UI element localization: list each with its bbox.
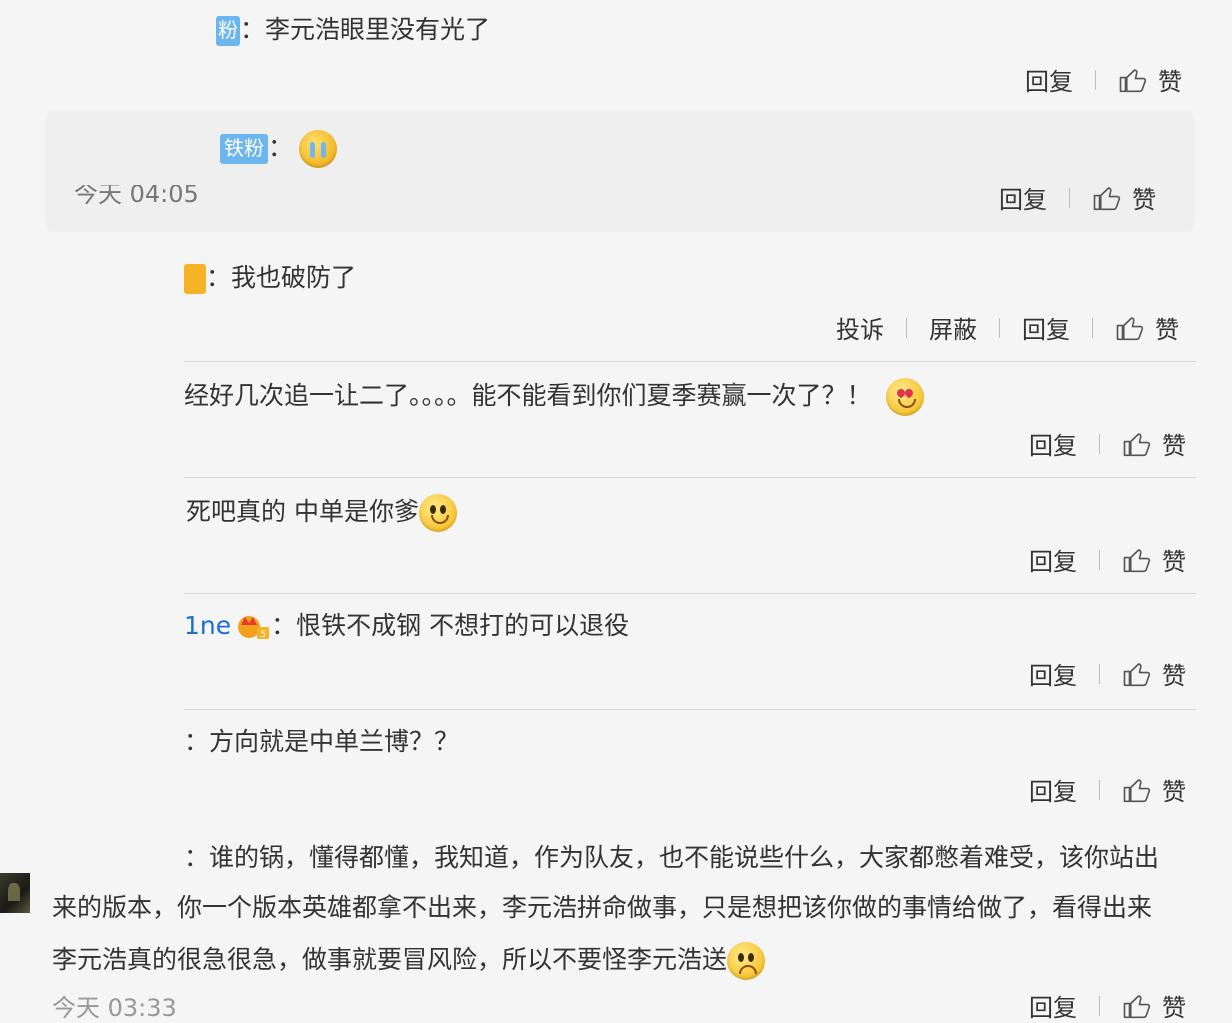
reply-button[interactable]: 回复 [1029, 988, 1077, 1023]
fan-badge[interactable] [184, 264, 206, 294]
like-button[interactable]: 赞 [1162, 542, 1186, 577]
separator [906, 317, 907, 338]
colon: ： [271, 611, 297, 640]
separator [1095, 69, 1096, 90]
comment-4-body: 经好几次追一让二了。。。。能不能看到你们夏季赛赢一次了？！ [184, 378, 924, 416]
reply-button[interactable]: 回复 [1029, 542, 1077, 577]
reply-button[interactable]: 回复 [999, 180, 1047, 215]
crown-badge-icon[interactable]: 5 [237, 613, 271, 641]
heart-eyes-emoji-icon [885, 378, 924, 416]
comment-7-actions: 回复 赞 [1029, 772, 1186, 807]
thumbs-up-icon[interactable] [1122, 429, 1152, 459]
reply-button[interactable]: 回复 [1029, 426, 1077, 461]
separator [1099, 779, 1100, 800]
comment-6-body: 1ne 5 ：恨铁不成钢 不想打的可以退役 [184, 610, 629, 642]
comment-timestamp: 今天 04:05 [74, 185, 199, 207]
like-button[interactable]: 赞 [1155, 310, 1179, 345]
comment-7-body: ：方向就是中单兰博？？ [184, 726, 459, 758]
reply-button[interactable]: 回复 [1029, 656, 1077, 691]
separator [1099, 995, 1100, 1016]
comment-text: 恨铁不成钢 不想打的可以退役 [296, 611, 630, 640]
comment-text: 谁的锅，懂得都懂，我知道，作为队友，也不能说些什么，大家都憋着难受，该你站出 [209, 843, 1160, 872]
separator [1092, 317, 1093, 338]
thumbs-up-icon[interactable] [1115, 313, 1145, 343]
svg-text:5: 5 [260, 630, 266, 640]
comment-text: 李元浩真的很急很急，做事就要冒风险，所以不要怪李元浩送 [52, 945, 728, 974]
thumbs-up-icon[interactable] [1122, 545, 1152, 575]
report-button[interactable]: 投诉 [836, 310, 884, 345]
separator [999, 317, 1000, 338]
username[interactable]: 1ne [184, 611, 231, 640]
divider [184, 361, 1196, 362]
comment-text: 方向就是中单兰博？？ [209, 727, 460, 756]
comment-text: 死吧真的 中单是你爹 [186, 497, 419, 526]
comment-3-body: ：我也破防了 [184, 262, 356, 294]
separator [1099, 549, 1100, 570]
thumbs-up-icon[interactable] [1122, 659, 1152, 689]
reply-button[interactable]: 回复 [1029, 772, 1077, 807]
smile-emoji-icon [418, 494, 457, 532]
comment-5-body: 死吧真的 中单是你爹 [186, 494, 457, 532]
sad-emoji-icon [727, 942, 766, 980]
block-button[interactable]: 屏蔽 [929, 310, 977, 345]
comment-timestamp: 今天 03:33 [52, 994, 177, 1022]
comment-5-actions: 回复 赞 [1029, 542, 1186, 577]
colon: ： [206, 263, 232, 292]
thumbs-up-icon[interactable] [1118, 65, 1148, 95]
thumbs-up-icon[interactable] [1122, 775, 1152, 805]
like-button[interactable]: 赞 [1158, 62, 1182, 97]
comment-2-actions: 回复 赞 [999, 180, 1156, 215]
comment-8-actions: 回复 赞 [1029, 988, 1186, 1023]
like-button[interactable]: 赞 [1162, 988, 1186, 1023]
colon: ： [184, 843, 210, 872]
comment-1-actions: 回复 赞 [1025, 62, 1182, 97]
fan-badge[interactable]: 粉 [216, 16, 240, 46]
separator [1069, 187, 1070, 208]
colon: ： [240, 15, 266, 44]
like-button[interactable]: 赞 [1162, 426, 1186, 461]
comment-4-actions: 回复 赞 [1029, 426, 1186, 461]
thumbs-up-icon[interactable] [1122, 991, 1152, 1021]
divider [184, 593, 1196, 594]
like-button[interactable]: 赞 [1132, 180, 1156, 215]
comment-6-actions: 回复 赞 [1029, 656, 1186, 691]
comment-8-line-2: 来的版本，你一个版本英雄都拿不出来，李元浩拼命做事，只是想把该你做的事情给做了，… [52, 893, 1153, 922]
comment-text: 经好几次追一让二了。。。。能不能看到你们夏季赛赢一次了？！ [184, 381, 872, 410]
comment-8-line-3: 李元浩真的很急很急，做事就要冒风险，所以不要怪李元浩送 [52, 942, 766, 980]
divider [184, 709, 1196, 710]
iron-fan-badge[interactable]: 铁粉 [220, 134, 268, 164]
reply-button[interactable]: 回复 [1025, 62, 1073, 97]
avatar[interactable] [0, 873, 30, 913]
reply-button[interactable]: 回复 [1022, 310, 1070, 345]
like-button[interactable]: 赞 [1162, 656, 1186, 691]
colon: ： [268, 133, 294, 162]
comment-8-line-1: ：谁的锅，懂得都懂，我知道，作为队友，也不能说些什么，大家都憋着难受，该你站出 [184, 842, 1159, 874]
comment-1-body: 粉：李元浩眼里没有光了 [216, 14, 490, 46]
comment-3-actions: 投诉 屏蔽 回复 赞 [836, 310, 1179, 345]
thumbs-up-icon[interactable] [1092, 183, 1122, 213]
cry-emoji-icon [299, 130, 338, 168]
separator [1099, 433, 1100, 454]
comment-2-body: 铁粉： [220, 130, 338, 168]
colon: ： [184, 727, 210, 756]
like-button[interactable]: 赞 [1162, 772, 1186, 807]
comment-text: 李元浩眼里没有光了 [265, 15, 491, 44]
separator [1099, 663, 1100, 684]
divider [184, 477, 1196, 478]
comment-text: 我也破防了 [231, 263, 357, 292]
